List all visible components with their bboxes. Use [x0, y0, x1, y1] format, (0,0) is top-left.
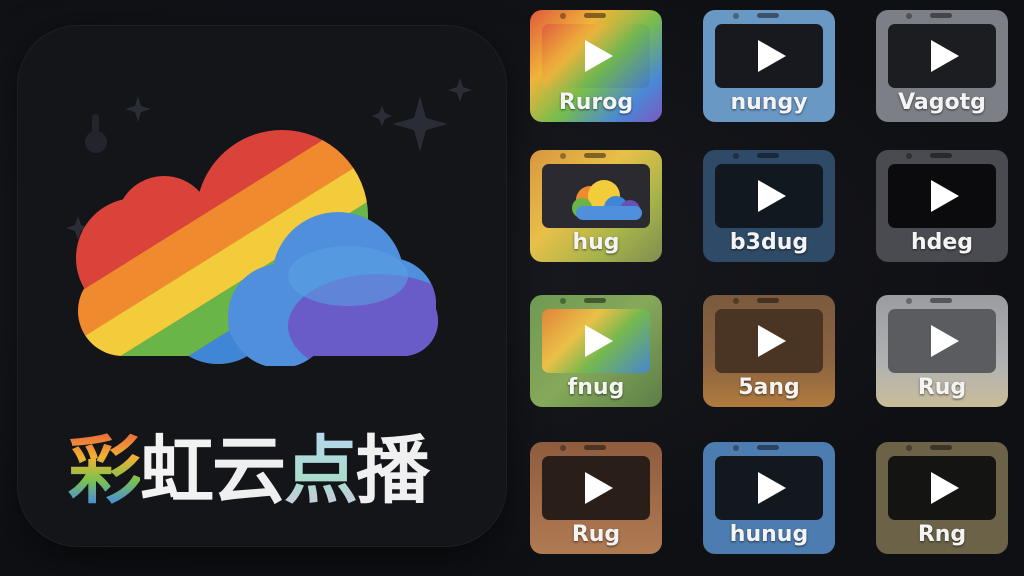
tile-label: Vagotg [898, 90, 986, 115]
tile-notch [930, 298, 952, 303]
play-icon[interactable] [931, 40, 959, 72]
tile-notch [584, 153, 606, 158]
tile-dot [560, 13, 566, 19]
tile-label: hdeg [910, 230, 974, 255]
video-tile[interactable]: hdeg [876, 150, 1008, 262]
tile-notch [584, 445, 606, 450]
tile-dot [733, 153, 739, 159]
tile-dot [733, 445, 739, 451]
play-icon[interactable] [931, 325, 959, 357]
tile-dot [560, 153, 566, 159]
tile-notch [584, 298, 606, 303]
play-icon[interactable] [585, 472, 613, 504]
video-thumbnail [715, 24, 823, 88]
video-thumbnail [542, 309, 650, 373]
tile-notch [930, 153, 952, 158]
tile-dot [733, 298, 739, 304]
video-thumbnail [542, 24, 650, 88]
title-char-2: 虹 [140, 428, 214, 514]
video-thumbnail [888, 164, 996, 228]
play-icon[interactable] [931, 472, 959, 504]
play-icon[interactable] [758, 40, 786, 72]
tile-label: hunug [729, 522, 809, 547]
tile-notch [930, 13, 952, 18]
video-thumbnail [715, 309, 823, 373]
tile-label: fnug [567, 375, 625, 400]
tile-dot [906, 298, 912, 304]
tile-notch [757, 298, 779, 303]
video-thumbnail [888, 309, 996, 373]
tile-notch [757, 13, 779, 18]
tile-label: hug [572, 230, 620, 255]
tile-label: 5ang [738, 375, 800, 400]
video-tile[interactable]: 5ang [703, 295, 835, 407]
tile-label: Rug [571, 522, 621, 547]
tile-label: Rurog [558, 90, 634, 115]
play-icon[interactable] [585, 325, 613, 357]
title-char-4: 点 [284, 428, 358, 514]
play-icon[interactable] [585, 40, 613, 72]
video-tile[interactable]: nungy [703, 10, 835, 122]
tile-label: b3dug [729, 230, 809, 255]
video-thumbnail [888, 456, 996, 520]
video-thumbnail [542, 164, 650, 228]
rainbow-cloud-mini-icon [572, 180, 642, 220]
tile-notch [757, 153, 779, 158]
tile-notch [757, 445, 779, 450]
tile-dot [560, 298, 566, 304]
tile-dot [906, 153, 912, 159]
tile-dot [906, 13, 912, 19]
video-tile[interactable]: Rug [876, 295, 1008, 407]
video-thumbnail [715, 164, 823, 228]
video-tile[interactable]: Rurog [530, 10, 662, 122]
video-tile[interactable]: Rng [876, 442, 1008, 554]
tile-notch [930, 445, 952, 450]
video-thumbnail [715, 456, 823, 520]
video-thumbnail [888, 24, 996, 88]
title-char-3: 云 [212, 428, 286, 514]
app-icon-card[interactable]: 彩虹云点播 [18, 26, 506, 546]
tile-notch [584, 13, 606, 18]
title-char-1: 彩 [68, 428, 142, 514]
tile-label: Rug [917, 375, 967, 400]
play-icon[interactable] [931, 180, 959, 212]
play-icon[interactable] [758, 180, 786, 212]
video-tile[interactable]: fnug [530, 295, 662, 407]
tile-dot [733, 13, 739, 19]
video-tile[interactable]: Vagotg [876, 10, 1008, 122]
video-tile[interactable]: Rug [530, 442, 662, 554]
tile-label: nungy [730, 90, 808, 115]
play-icon[interactable] [758, 325, 786, 357]
play-icon[interactable] [758, 472, 786, 504]
title-char-5: 播 [356, 428, 430, 514]
video-tile[interactable]: b3dug [703, 150, 835, 262]
video-tile[interactable]: hunug [703, 442, 835, 554]
tile-dot [560, 445, 566, 451]
tile-dot [906, 445, 912, 451]
tile-label: Rng [917, 522, 967, 547]
app-title: 彩虹云点播 [68, 426, 488, 516]
video-tile[interactable]: hug [530, 150, 662, 262]
video-thumbnail [542, 456, 650, 520]
